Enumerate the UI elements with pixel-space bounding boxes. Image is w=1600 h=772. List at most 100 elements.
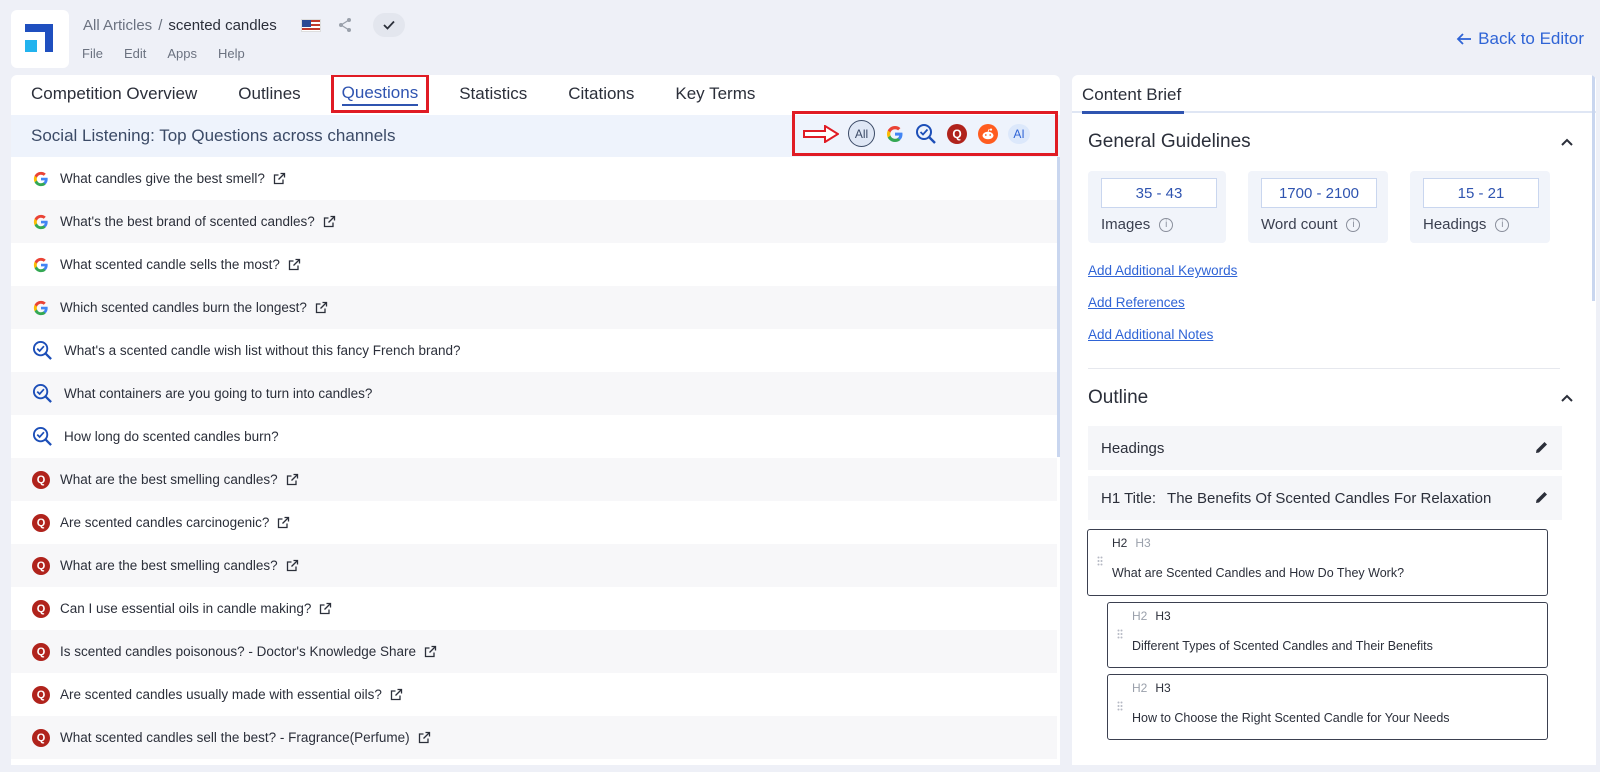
back-to-editor-link[interactable]: Back to Editor [1456,29,1584,49]
info-icon[interactable]: i [1495,217,1510,232]
add-additional-keywords-link[interactable]: Add Additional Keywords [1088,263,1237,278]
external-link-icon[interactable] [418,731,431,744]
question-row[interactable]: Q What are the best smelling candles? [11,544,1057,587]
quora-icon: Q [31,599,51,619]
outline-heading-card[interactable]: H2 H3 What are Scented Candles and How Do… [1087,529,1548,596]
chevron-up-icon[interactable] [1560,137,1574,147]
drag-handle-icon[interactable] [1117,701,1123,711]
external-link-icon[interactable] [288,258,301,271]
stat-images-value: 35 - 43 [1101,178,1217,208]
menu-help[interactable]: Help [218,46,245,61]
h1-title-label: H1 Title: [1101,489,1157,507]
menu-file[interactable]: File [82,46,103,61]
filter-ai-button[interactable]: AI [1008,123,1030,144]
content-brief-panel: Content Brief General Guidelines 35 - 43… [1072,75,1596,765]
question-row[interactable]: What scented candle sells the most? [11,243,1057,286]
magnifier-check-icon [31,383,53,404]
question-text: How long do scented candles burn? [64,429,279,444]
add-references-link[interactable]: Add References [1088,295,1185,310]
question-row[interactable]: How long do scented candles burn? [11,415,1057,458]
h3-toggle[interactable]: H3 [1135,536,1150,550]
question-row[interactable]: Q What scented candles sell the best? - F… [11,716,1057,759]
question-row[interactable]: What containers are you going to turn in… [11,372,1057,415]
question-text: What candles give the best smell? [60,171,265,186]
tab-citations[interactable]: Citations [568,84,634,104]
us-flag-icon[interactable] [300,18,321,32]
question-row[interactable]: Q Can I use essential oils in candle maki… [11,587,1057,630]
question-row[interactable]: Q Are scented candles usually made with e… [11,673,1057,716]
google-icon [31,255,51,275]
question-text: What are the best smelling candles? [60,472,278,487]
question-row[interactable]: What's the best brand of scented candles… [11,200,1057,243]
question-row[interactable]: Q What are the best smelling candles? [11,458,1057,501]
question-row[interactable]: Which scented candles burn the longest? [11,286,1057,329]
breadcrumb-all-articles[interactable]: All Articles [83,17,152,34]
drag-handle-icon[interactable] [1097,556,1103,566]
breadcrumb-current: scented candles [168,16,277,34]
drag-handle-icon[interactable] [1117,629,1123,639]
outline-heading-text[interactable]: What are Scented Candles and How Do They… [1112,566,1404,580]
tab-competition-overview[interactable]: Competition Overview [31,84,197,104]
pencil-icon[interactable] [1535,441,1548,454]
external-link-icon[interactable] [390,688,403,701]
share-icon[interactable] [337,17,353,33]
tab-key-terms[interactable]: Key Terms [675,84,755,104]
external-link-icon[interactable] [323,215,336,228]
info-icon[interactable]: i [1159,217,1174,232]
question-text: What's a scented candle wish list withou… [64,343,461,358]
h2-toggle[interactable]: H2 [1112,536,1127,550]
h3-toggle[interactable]: H3 [1155,681,1170,695]
filter-all-button[interactable]: All [848,120,875,147]
filter-search-button[interactable] [915,123,937,145]
check-button[interactable] [372,13,405,37]
outline-heading-text[interactable]: Different Types of Scented Candles and T… [1132,639,1433,653]
h2-toggle[interactable]: H2 [1132,609,1147,623]
pencil-icon[interactable] [1535,491,1548,504]
magnifier-check-icon [916,123,936,144]
magnifier-check-icon [31,426,53,447]
question-row[interactable]: Q Is scented candles poisonous? - Doctor'… [11,630,1057,673]
stat-images-label: Images [1101,216,1151,233]
external-link-icon[interactable] [286,473,299,486]
filter-reddit-button[interactable] [977,123,999,145]
external-link-icon[interactable] [315,301,328,314]
menu-apps[interactable]: Apps [167,46,197,61]
brief-tab-bar: Content Brief [1072,75,1596,114]
question-text: Are scented candles carcinogenic? [60,515,270,530]
quora-icon: Q [31,556,51,576]
outline-heading-card[interactable]: H2 H3 Different Types of Scented Candles … [1107,602,1548,668]
external-link-icon[interactable] [319,602,332,615]
app-logo[interactable] [11,10,69,68]
h2-toggle[interactable]: H2 [1132,681,1147,695]
h3-toggle[interactable]: H3 [1155,609,1170,623]
breadcrumb: All Articles / scented candles [83,13,405,37]
external-link-icon[interactable] [273,172,286,185]
outline-heading-card[interactable]: H2 H3 How to Choose the Right Scented Can… [1107,674,1548,740]
headings-row: Headings [1088,426,1562,470]
tab-content-brief[interactable]: Content Brief [1082,85,1185,114]
question-row[interactable]: What candles give the best smell? [11,157,1057,200]
external-link-icon[interactable] [286,559,299,572]
social-listening-title: Social Listening: Top Questions across c… [31,126,396,145]
tab-statistics[interactable]: Statistics [459,84,527,104]
h1-title-row: H1 Title: The Benefits Of Scented Candle… [1088,476,1562,520]
tab-questions[interactable]: Questions [330,75,430,113]
stat-headings: 15 - 21 Headings i [1410,171,1550,243]
tab-outlines[interactable]: Outlines [238,84,300,104]
section-divider [1088,368,1560,369]
filter-google-button[interactable] [884,123,906,145]
questions-scrollbar[interactable] [1057,157,1060,457]
question-row[interactable]: Q Are scented candles carcinogenic? [11,501,1057,544]
brief-scrollbar[interactable] [1592,75,1595,301]
outline-heading-text[interactable]: How to Choose the Right Scented Candle f… [1132,711,1450,725]
external-link-icon[interactable] [277,516,290,529]
question-row[interactable]: What's a scented candle wish list withou… [11,329,1057,372]
h1-title-value[interactable]: The Benefits Of Scented Candles For Rela… [1167,490,1491,507]
filter-quora-button[interactable]: Q [946,123,968,145]
info-icon[interactable]: i [1346,217,1361,232]
external-link-icon[interactable] [424,645,437,658]
reddit-icon [978,123,998,144]
menu-edit[interactable]: Edit [124,46,146,61]
chevron-up-icon[interactable] [1560,393,1574,403]
add-additional-notes-link[interactable]: Add Additional Notes [1088,327,1213,342]
